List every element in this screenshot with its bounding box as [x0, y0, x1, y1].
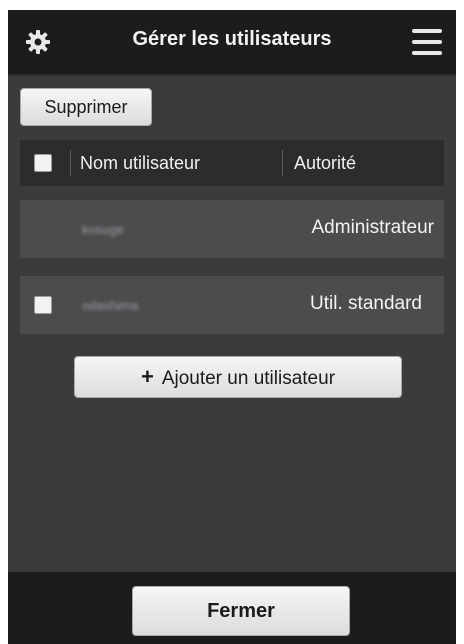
- select-all-checkbox[interactable]: [34, 154, 52, 172]
- table-header: Nom utilisateur Autorité: [20, 140, 444, 186]
- authority-cell: Util. standard: [310, 293, 422, 314]
- add-user-label: Ajouter un utilisateur: [161, 368, 336, 389]
- column-header-authority: Autorité: [294, 153, 357, 173]
- delete-button[interactable]: Supprimer: [20, 88, 152, 126]
- column-separator: [282, 150, 283, 176]
- table-row[interactable]: odashima Util. standard: [20, 276, 444, 334]
- plus-icon: +: [140, 364, 154, 389]
- table-row[interactable]: kosuge Administrateur: [20, 200, 444, 258]
- page-title: Gérer les utilisateurs: [132, 28, 332, 50]
- manage-users-dialog: Gérer les utilisateurs Supprimer Nom uti…: [8, 10, 456, 644]
- authority-cell: Administrateur: [311, 217, 435, 238]
- username-cell: odashima: [82, 298, 139, 313]
- row-checkbox[interactable]: [34, 296, 52, 314]
- add-user-button[interactable]: + Ajouter un utilisateur: [74, 356, 402, 398]
- column-separator: [70, 150, 71, 176]
- footer-bar: Fermer: [8, 572, 456, 644]
- close-button[interactable]: Fermer: [132, 586, 350, 636]
- header-bar: Gérer les utilisateurs: [8, 10, 456, 76]
- main-content: Supprimer Nom utilisateur Autorité kosug…: [8, 76, 456, 572]
- column-header-username: Nom utilisateur: [80, 153, 201, 173]
- hamburger-menu-icon[interactable]: [412, 29, 442, 55]
- username-cell: kosuge: [82, 222, 124, 237]
